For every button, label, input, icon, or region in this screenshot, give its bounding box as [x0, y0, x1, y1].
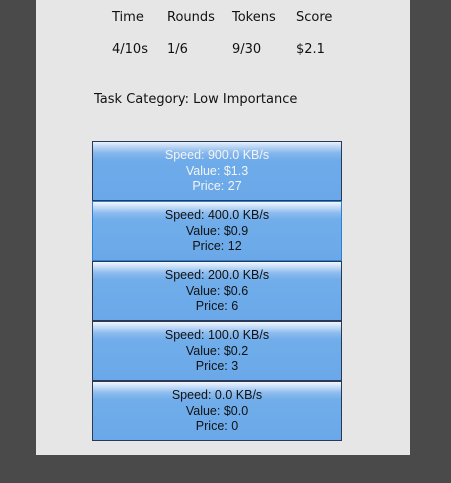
- option-price: Price: 27: [192, 179, 242, 193]
- option-price: Price: 0: [195, 419, 239, 433]
- option-value: Value: $1.3: [185, 163, 249, 178]
- score-value: $2.1: [296, 42, 325, 57]
- speed-option-200[interactable]: Speed: 200.0 KB/s Value: $0.6 Price: 6: [92, 261, 342, 321]
- option-value: Value: $0.2: [185, 343, 249, 358]
- rounds-value: 1/6: [167, 42, 188, 57]
- tokens-header: Tokens: [232, 10, 276, 25]
- option-value: Value: $0.6: [185, 283, 249, 298]
- stats-bar: Time Rounds Tokens Score 4/10s 1/6 9/30 …: [36, 0, 410, 70]
- speed-options: Speed: 900.0 KB/s Value: $1.3 Price: 27 …: [92, 141, 342, 441]
- score-header: Score: [296, 10, 333, 25]
- option-speed: Speed: 200.0 KB/s: [164, 268, 270, 282]
- option-price: Price: 3: [195, 359, 239, 373]
- option-speed: Speed: 900.0 KB/s: [164, 148, 270, 162]
- option-speed: Speed: 0.0 KB/s: [171, 388, 263, 402]
- option-price: Price: 12: [192, 239, 242, 253]
- task-category: Task Category: Low Importance: [94, 92, 298, 107]
- speed-option-100[interactable]: Speed: 100.0 KB/s Value: $0.2 Price: 3: [92, 321, 342, 381]
- speed-option-0[interactable]: Speed: 0.0 KB/s Value: $0.0 Price: 0: [92, 381, 342, 441]
- game-panel: Time Rounds Tokens Score 4/10s 1/6 9/30 …: [36, 0, 410, 455]
- time-value: 4/10s: [112, 42, 148, 57]
- option-speed: Speed: 100.0 KB/s: [164, 328, 270, 342]
- option-speed: Speed: 400.0 KB/s: [164, 208, 270, 222]
- option-price: Price: 6: [195, 299, 239, 313]
- rounds-header: Rounds: [167, 10, 215, 25]
- speed-option-900[interactable]: Speed: 900.0 KB/s Value: $1.3 Price: 27: [92, 141, 342, 201]
- tokens-value: 9/30: [232, 42, 262, 57]
- option-value: Value: $0.9: [185, 223, 249, 238]
- option-value: Value: $0.0: [185, 403, 249, 418]
- time-header: Time: [112, 10, 144, 25]
- speed-option-400[interactable]: Speed: 400.0 KB/s Value: $0.9 Price: 12: [92, 201, 342, 261]
